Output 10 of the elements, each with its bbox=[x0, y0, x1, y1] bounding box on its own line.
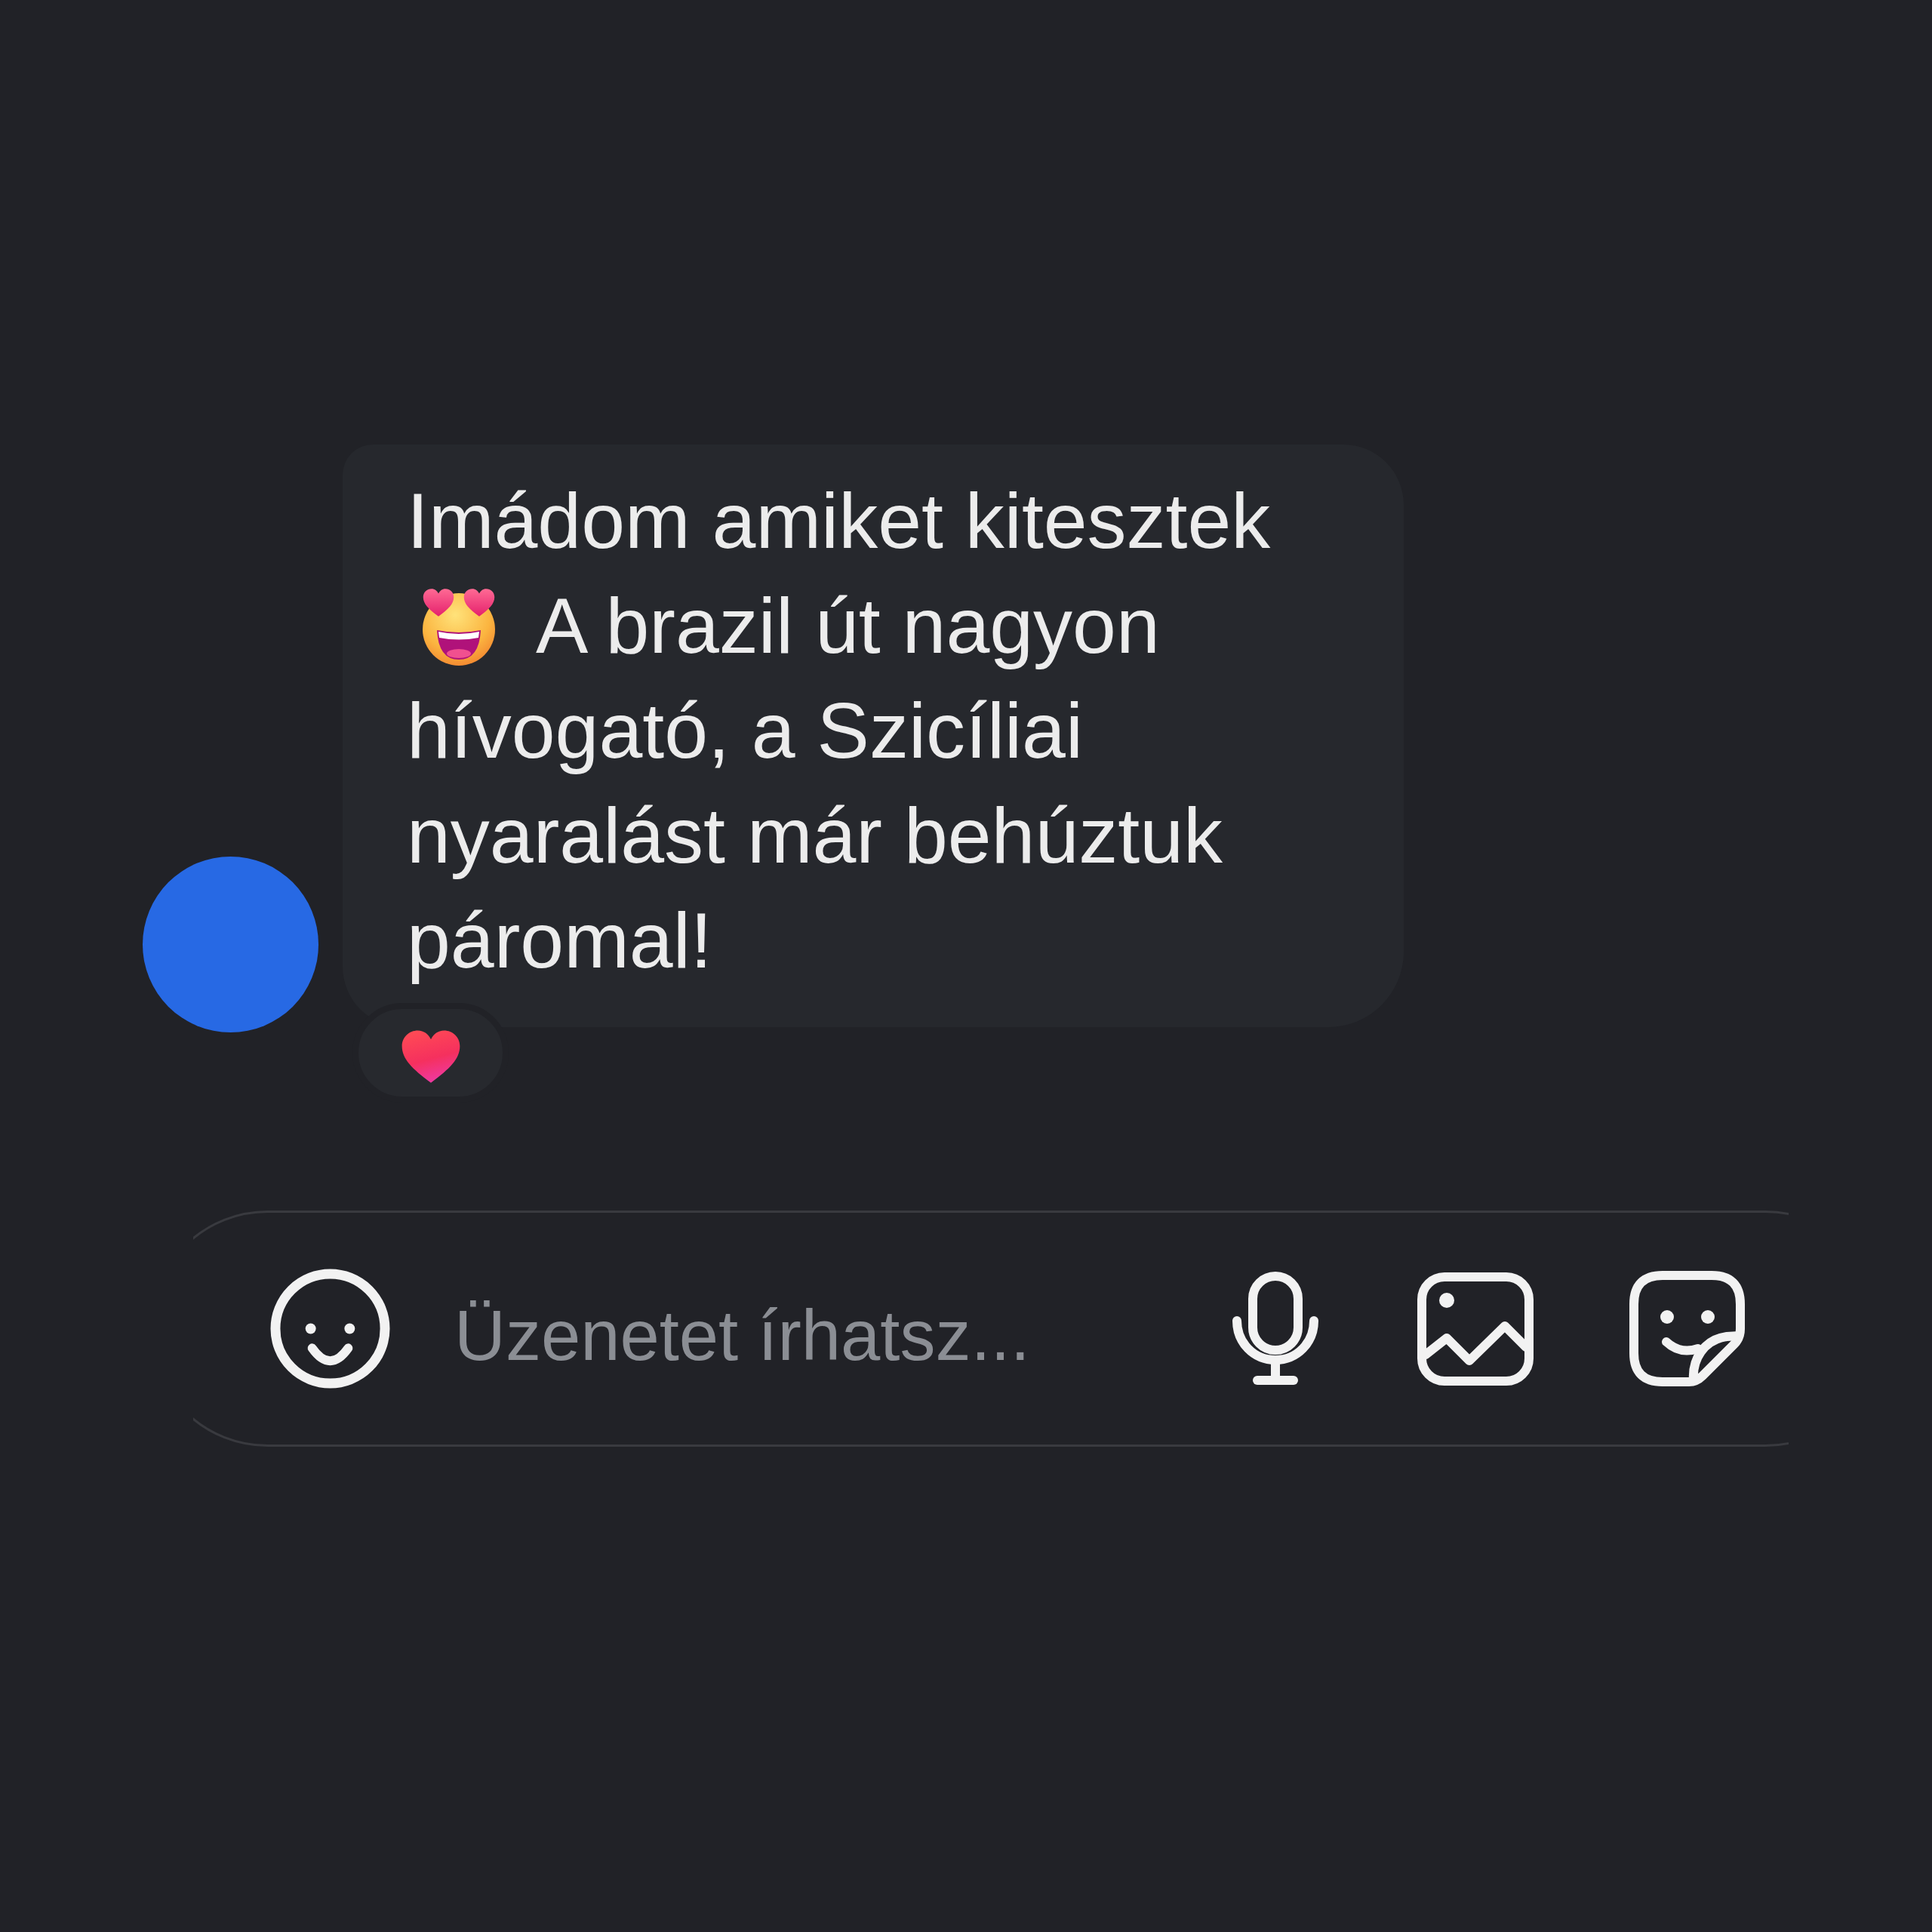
message-text: A brazil út nagyon bbox=[536, 581, 1160, 671]
message-text: nyaralást már behúztuk bbox=[407, 791, 1223, 881]
image-icon[interactable] bbox=[1417, 1271, 1534, 1386]
sticker-icon[interactable] bbox=[1629, 1270, 1746, 1387]
message-input[interactable]: Üzenetet írhatsz... bbox=[454, 1290, 1179, 1381]
message-text: hívogató, a Szicíliai bbox=[407, 686, 1084, 776]
smiley-icon[interactable] bbox=[270, 1269, 390, 1389]
message-text: Imádom amiket kitesztek bbox=[407, 476, 1271, 566]
microphone-icon[interactable] bbox=[1231, 1271, 1320, 1386]
message-text: páromal! bbox=[407, 896, 712, 986]
